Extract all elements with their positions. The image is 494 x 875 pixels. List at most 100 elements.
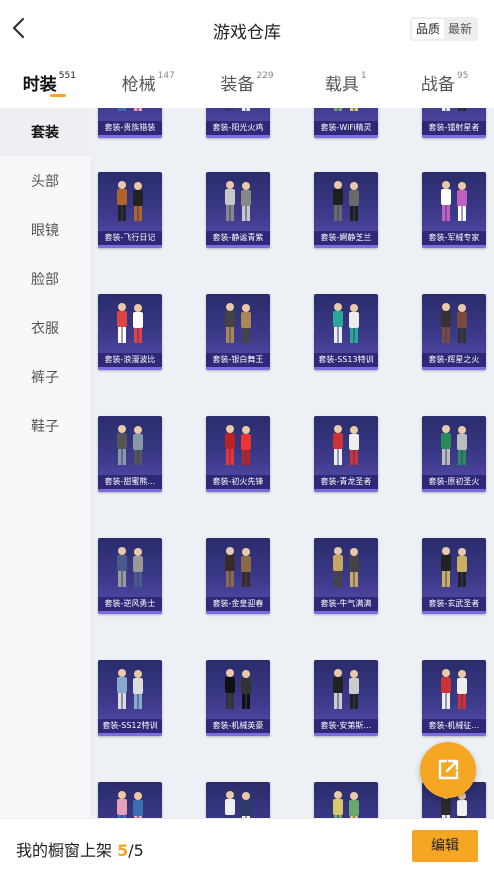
sidebar-item-suit[interactable]: 套装: [0, 108, 90, 156]
tab-weapons[interactable]: 枪械 147: [99, 58, 198, 108]
outfit-card[interactable]: 套装-玄武圣者: [422, 538, 486, 614]
outfit-preview-image: [117, 791, 143, 818]
outfit-name: 套装-机械征…: [422, 719, 486, 733]
showcase-total: /5: [128, 841, 144, 860]
outfit-card[interactable]: 套装-金皇迎春: [206, 538, 270, 614]
tab-count: 551: [58, 71, 76, 81]
outfit-card[interactable]: 套装-SS12特训: [98, 660, 162, 736]
outfit-name: 套装-镭射星者: [422, 121, 486, 135]
outfit-card[interactable]: 套装-辉星之火: [422, 294, 486, 370]
outfit-card[interactable]: 套装-青龙圣者: [314, 416, 378, 492]
sidebar-item-clothes[interactable]: 衣服: [0, 303, 90, 352]
outfit-card[interactable]: [314, 782, 378, 818]
outfit-preview-image: [117, 303, 143, 343]
sidebar-item-pants[interactable]: 裤子: [0, 352, 90, 401]
outfit-name: 套装-SS13特训: [314, 353, 378, 367]
outfit-preview-image: [333, 547, 359, 587]
outfit-preview-image: [225, 181, 251, 221]
outfit-card[interactable]: 套装-飞行日记: [98, 172, 162, 248]
outfit-preview-image: [117, 669, 143, 709]
outfit-card[interactable]: 套装-牛气满满: [314, 538, 378, 614]
outfit-name: 套装-甜蜜熊…: [98, 475, 162, 489]
outfit-card[interactable]: 套装-安第斯…: [314, 660, 378, 736]
share-button[interactable]: [420, 742, 476, 798]
outfit-card[interactable]: 套装-静谧青紫: [206, 172, 270, 248]
outfit-name: 套装-安第斯…: [314, 719, 378, 733]
tab-count: 229: [256, 71, 274, 81]
outfit-card[interactable]: 套装-银白舞王: [206, 294, 270, 370]
outfit-card[interactable]: 套装-婀静芝兰: [314, 172, 378, 248]
tab-count: 95: [456, 71, 469, 81]
outfit-preview-image: [333, 181, 359, 221]
outfit-preview-image: [117, 425, 143, 465]
outfit-preview-image: [225, 425, 251, 465]
outfit-name: 套装-阳光火鸡: [206, 121, 270, 135]
outfit-preview-image: [225, 303, 251, 343]
outfit-preview-image: [442, 108, 466, 111]
outfit-preview-image: [441, 303, 467, 343]
external-link-icon: [438, 759, 459, 780]
outfit-preview-image: [226, 108, 250, 111]
showcase-status: 我的橱窗上架 5/5: [16, 837, 144, 861]
outfit-name: 套装-婀静芝兰: [314, 231, 378, 245]
item-grid: 套装-贵族猎装 套装-阳光火鸡 套装-WiFi精灵 套装-镭射星者 套装-飞行日记 套装-…: [90, 108, 494, 818]
outfit-name: 套装-银白舞王: [206, 353, 270, 367]
tab-label: 时装: [22, 75, 57, 95]
outfit-card[interactable]: 套装-WiFi精灵: [314, 108, 378, 138]
outfit-card[interactable]: [206, 782, 270, 818]
outfit-preview-image: [333, 303, 359, 343]
sort-latest-option[interactable]: 最新: [444, 19, 476, 39]
outfit-name: 套装-机械英豪: [206, 719, 270, 733]
outfit-card[interactable]: [98, 782, 162, 818]
outfit-name: 套装-浪漫波比: [98, 353, 162, 367]
tab-equipment[interactable]: 装备 229: [198, 58, 297, 108]
outfit-card[interactable]: 套装-逆风勇士: [98, 538, 162, 614]
sidebar-item-face[interactable]: 脸部: [0, 254, 90, 303]
active-tab-indicator: [50, 94, 67, 97]
outfit-name: 套装-辉星之火: [422, 353, 486, 367]
outfit-card[interactable]: 套装-SS13特训: [314, 294, 378, 370]
top-header: 游戏仓库 品质 最新: [0, 0, 494, 58]
outfit-card[interactable]: 套装-原初圣火: [422, 416, 486, 492]
sidebar-item-glasses[interactable]: 眼镜: [0, 205, 90, 254]
outfit-card[interactable]: 套装-贵族猎装: [98, 108, 162, 138]
outfit-name: 套装-青龙圣者: [314, 475, 378, 489]
outfit-preview-image: [441, 181, 467, 221]
sidebar-item-shoes[interactable]: 鞋子: [0, 401, 90, 450]
outfit-preview-image: [225, 669, 251, 709]
outfit-name: 套装-贵族猎装: [98, 121, 162, 135]
outfit-name: 套装-静谧青紫: [206, 231, 270, 245]
outfit-preview-image: [225, 791, 251, 818]
edit-button[interactable]: 编辑: [412, 830, 478, 862]
outfit-card[interactable]: 套装-甜蜜熊…: [98, 416, 162, 492]
outfit-preview-image: [334, 108, 358, 111]
outfit-card[interactable]: 套装-阳光火鸡: [206, 108, 270, 138]
tab-fashion[interactable]: 时装 551: [0, 58, 99, 108]
tab-vehicles[interactable]: 载具 1: [296, 58, 395, 108]
category-tabs: 时装 551 枪械 147 装备 229 载具 1 战备 95: [0, 58, 494, 108]
outfit-name: 套装-原初圣火: [422, 475, 486, 489]
outfit-name: 套装-牛气满满: [314, 597, 378, 611]
tab-label: 战备: [420, 75, 455, 95]
outfit-card[interactable]: 套装-初火先锋: [206, 416, 270, 492]
tab-label: 载具: [324, 75, 359, 95]
outfit-card[interactable]: 套装-镭射星者: [422, 108, 486, 138]
outfit-name: 套装-初火先锋: [206, 475, 270, 489]
outfit-name: 套装-逆风勇士: [98, 597, 162, 611]
outfit-card[interactable]: 套装-机械英豪: [206, 660, 270, 736]
showcase-count: 5: [117, 841, 129, 860]
outfit-preview-image: [333, 425, 359, 465]
tab-count: 147: [157, 71, 175, 81]
outfit-preview-image: [441, 669, 467, 709]
outfit-name: 套装-WiFi精灵: [314, 121, 378, 135]
sort-toggle: 品质 最新: [409, 17, 478, 41]
subcategory-sidebar: 套装 头部 眼镜 脸部 衣服 裤子 鞋子: [0, 108, 90, 818]
outfit-name: 套装-玄武圣者: [422, 597, 486, 611]
showcase-label: 我的橱窗上架: [16, 841, 113, 860]
tab-battle-prep[interactable]: 战备 95: [395, 58, 494, 108]
sort-quality-option[interactable]: 品质: [411, 19, 444, 39]
outfit-card[interactable]: 套装-军械专家: [422, 172, 486, 248]
outfit-card[interactable]: 套装-浪漫波比: [98, 294, 162, 370]
sidebar-item-head[interactable]: 头部: [0, 156, 90, 205]
outfit-card[interactable]: 套装-机械征…: [422, 660, 486, 736]
